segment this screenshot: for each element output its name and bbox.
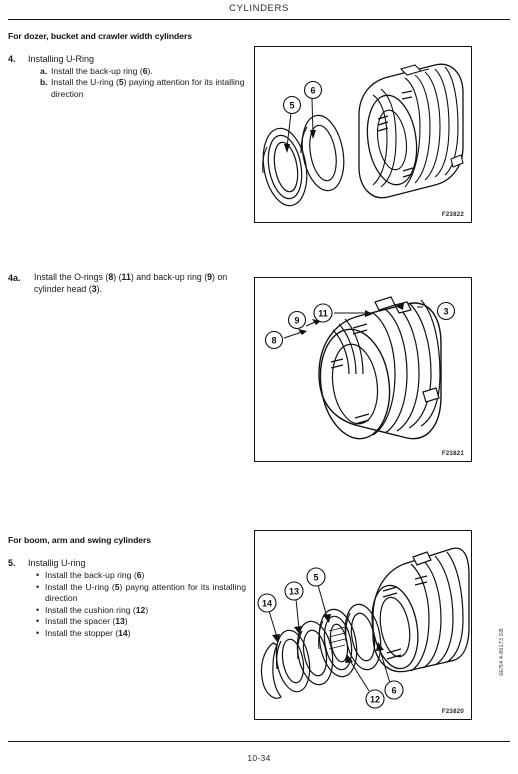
list-item: • Install the U-ring (5) payng attention… [36,582,246,605]
page-footer: 10-34 [0,748,518,766]
list-item: a. Install the back-up ring (6). [40,66,246,77]
substep-marker: a. [40,66,48,76]
list-item: • Install the back-up ring (6) [36,570,246,582]
callout-label: 8 [271,336,276,346]
substep-text: Install the back-up ring (6). [51,66,153,76]
section-1-step-title: Installing U-Ring [28,54,95,64]
section-1-step-number: 4. [8,54,16,64]
figure-1-code: F23822 [441,211,464,218]
footer-divider [8,741,510,742]
figure-2: 8 9 11 3 F23821 [254,277,472,462]
figure-3: 14 13 5 12 6 F23820 [254,530,472,720]
section-1-substep-list: a. Install the back-up ring (6). b. Inst… [28,66,246,100]
bullet-icon: • [36,616,40,627]
bullet-icon: • [36,570,40,580]
bullet-text: Install the U-ring (5) payng attention f… [45,581,246,604]
callout-label: 9 [294,316,299,326]
page-title: CYLINDERS [229,3,289,14]
bullet-icon: • [36,627,40,638]
page-number: 10-34 [247,753,271,763]
bullet-text: Install the stopper (14) [45,627,131,638]
callout-label: 12 [370,695,380,705]
callout-label: 13 [289,587,299,597]
callout-label: 14 [262,599,272,609]
list-item: b. Install the U-ring (5) paying attenti… [40,77,246,100]
section-3-step: 5. Installig U-ring • Install the back-u… [8,557,246,640]
bullet-icon: • [36,604,40,615]
section-2-step: 4a. Install the O-rings (8) (11) and bac… [8,272,246,295]
header-divider [8,19,510,20]
section-2-paragraph: Install the O-rings (8) (11) and back-up… [34,272,228,294]
bullet-text: Install the spacer (13) [45,616,128,627]
list-item: • Install the stopper (14) [36,628,246,640]
section-3-bullet-list: • Install the back-up ring (6) • Install… [28,570,246,640]
section-1-step: 4. Installing U-Ring a. Install the back… [8,53,246,100]
list-item: • Install the spacer (13) [36,616,246,628]
section-1-text: For dozer, bucket and crawler width cyli… [8,31,246,100]
callout-label: 5 [313,573,318,583]
callout-label: 11 [318,309,328,319]
section-3-step-number: 5. [8,558,16,568]
figure-2-illustration: 8 9 11 3 [264,296,456,440]
substep-text: Install the U-ring (5) paying attention … [51,77,245,99]
margin-document-code: 6E/54 4-86173 GB [499,628,505,676]
section-3-text: For boom, arm and swing cylinders 5. Ins… [8,535,246,640]
page-header: CYLINDERS [0,0,518,20]
bullet-text: Install the cushion ring (12) [45,604,149,615]
figure-3-illustration: 14 13 5 12 6 [257,547,470,709]
figure-3-code: F23820 [441,708,464,715]
section-2-text: 4a. Install the O-rings (8) (11) and bac… [8,272,246,295]
section-2-step-number: 4a. [8,273,21,283]
substep-marker: b. [40,77,48,88]
callout-label: 3 [443,307,448,317]
bullet-text: Install the back-up ring (6) [45,570,145,580]
section-3-step-title: Installig U-ring [28,558,86,568]
figure-2-code: F23821 [441,450,464,457]
figure-1-illustration: 5 6 [262,63,464,207]
callout-label: 6 [310,86,315,96]
list-item: • Install the cushion ring (12) [36,605,246,617]
section-3-heading: For boom, arm and swing cylinders [8,535,152,545]
callout-label: 6 [391,686,396,696]
callout-label: 5 [289,101,294,111]
figure-1: 5 6 F23822 [254,46,472,223]
section-1-heading: For dozer, bucket and crawler width cyli… [8,31,192,41]
bullet-icon: • [36,581,40,592]
